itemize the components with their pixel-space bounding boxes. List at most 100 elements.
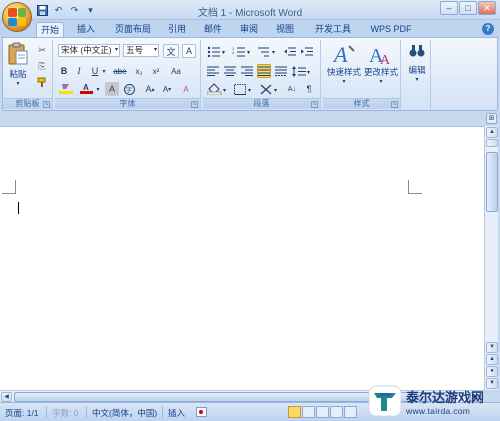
print-layout-view-icon[interactable] <box>288 406 301 418</box>
scroll-up-icon[interactable]: ▲ <box>486 127 498 138</box>
paste-dropdown-icon: ▾ <box>16 81 20 87</box>
help-icon[interactable]: ? <box>482 23 494 35</box>
superscript-button[interactable]: x² <box>149 64 163 78</box>
justify-icon[interactable] <box>257 64 271 78</box>
macro-record-icon[interactable] <box>196 407 207 417</box>
svg-text:▾: ▾ <box>223 88 226 94</box>
font-group-label: 字体 <box>55 98 200 109</box>
page-count[interactable]: 页面: 1/1 <box>5 407 39 419</box>
browse-object-icon[interactable]: ● <box>486 366 498 377</box>
paragraph-group: ▾ 1 2 ▾ ▾ ▾ ▾ ▾ ▾ A↓ ¶ 段落 ↘ <box>203 40 321 110</box>
draft-view-icon[interactable] <box>344 406 357 418</box>
tab-wps-pdf[interactable]: WPS PDF <box>366 22 416 37</box>
underline-button[interactable]: U <box>89 64 101 78</box>
align-left-icon[interactable] <box>206 64 220 78</box>
bold-button[interactable]: B <box>58 64 70 78</box>
bullets-icon[interactable]: ▾ <box>206 44 228 58</box>
office-logo-icon <box>8 8 26 26</box>
quick-styles-button[interactable]: A 快速样式 ▾ <box>325 42 363 94</box>
view-ruler-icon[interactable]: ⊞ <box>486 113 497 124</box>
cut-icon[interactable]: ✂ <box>35 43 49 57</box>
font-color-button[interactable]: A <box>79 82 95 96</box>
font-name-value: 宋体 (中文正) <box>61 45 112 55</box>
full-screen-view-icon[interactable] <box>302 406 315 418</box>
show-marks-button[interactable]: ¶ <box>302 82 316 96</box>
vertical-scrollbar[interactable]: ▲ ▼ ▲ ● ▼ <box>484 126 498 390</box>
font-size-combo[interactable]: 五号 ▾ <box>123 44 159 57</box>
paste-button[interactable]: 粘贴 ▾ <box>5 42 31 92</box>
watermark-url: www.tairda.com <box>406 405 471 416</box>
font-size-value: 五号 <box>126 45 144 55</box>
scroll-left-icon[interactable]: ◀ <box>1 392 12 402</box>
site-watermark: 泰尔达游戏网 www.tairda.com <box>368 383 500 419</box>
underline-dropdown-icon[interactable]: ▾ <box>101 64 107 78</box>
numbering-icon[interactable]: 1 2 ▾ <box>231 44 253 58</box>
tab-page-layout[interactable]: 页面布局 <box>110 22 156 37</box>
align-center-icon[interactable] <box>223 64 237 78</box>
macro-record-dot <box>199 410 203 414</box>
strikethrough-button[interactable]: abe <box>111 64 129 78</box>
editing-group: 编辑 ▾ <box>403 40 431 110</box>
word-count[interactable]: 字数: 0 <box>52 407 78 419</box>
shading-icon[interactable]: ▾ <box>206 82 230 96</box>
web-layout-view-icon[interactable] <box>316 406 329 418</box>
grow-font-button[interactable]: A ▴ <box>143 82 157 96</box>
highlight-button[interactable] <box>58 82 76 96</box>
italic-button[interactable]: I <box>73 64 85 78</box>
change-styles-dropdown-icon: ▾ <box>379 79 383 85</box>
tab-developer[interactable]: 开发工具 <box>310 22 356 37</box>
minimize-button[interactable]: – <box>440 1 458 15</box>
tab-view[interactable]: 视图 <box>272 22 298 37</box>
quick-styles-icon: A <box>332 42 355 66</box>
change-case-button[interactable]: Aa <box>168 64 184 78</box>
font-name-combo[interactable]: 宋体 (中文正) ▾ <box>58 44 120 57</box>
vertical-scroll-thumb[interactable] <box>486 152 498 212</box>
outline-view-icon[interactable] <box>330 406 343 418</box>
tab-review[interactable]: 审阅 <box>236 22 262 37</box>
borders-icon[interactable]: ▾ <box>233 82 255 96</box>
tab-mailings[interactable]: 邮件 <box>200 22 226 37</box>
styles-group: A 快速样式 ▾ A A 更改样式 ▾ 样式 ↘ <box>323 40 401 110</box>
language-indicator[interactable]: 中文(简体，中国) <box>92 407 157 419</box>
clear-formatting-button[interactable]: A <box>179 82 193 96</box>
subscript-button[interactable]: x₂ <box>132 64 146 78</box>
shrink-font-button[interactable]: A ▾ <box>160 82 174 96</box>
status-divider <box>162 406 163 418</box>
char-shading-button[interactable]: A <box>105 82 119 96</box>
clipboard-launcher-icon[interactable]: ↘ <box>43 101 50 108</box>
previous-page-icon[interactable]: ▲ <box>486 354 498 365</box>
close-button[interactable]: ✕ <box>478 1 496 15</box>
quick-styles-dropdown-icon: ▾ <box>342 79 346 85</box>
phonetic-guide-button[interactable]: 文 <box>163 44 179 58</box>
font-name-dropdown-icon: ▾ <box>114 47 118 53</box>
tairda-logo-icon <box>368 385 402 417</box>
change-styles-button[interactable]: A A 更改样式 ▾ <box>363 42 399 94</box>
line-spacing-icon[interactable]: ▾ <box>291 64 313 78</box>
sort-button[interactable]: A↓ <box>285 82 299 96</box>
insert-mode[interactable]: 插入 <box>168 407 185 419</box>
char-border-button[interactable]: A <box>182 44 196 58</box>
font-launcher-icon[interactable]: ↘ <box>191 101 198 108</box>
paragraph-launcher-icon[interactable]: ↘ <box>311 101 318 108</box>
multilevel-list-icon[interactable]: ▾ <box>256 44 278 58</box>
tab-home[interactable]: 开始 <box>36 22 64 37</box>
asian-layout-icon[interactable]: ▾ <box>259 82 281 96</box>
document-page[interactable] <box>0 126 484 390</box>
clipboard-group: 粘贴 ▾ ✂ ⎘ 剪贴板 ↘ <box>3 40 53 110</box>
maximize-button[interactable]: □ <box>459 1 477 15</box>
tab-references[interactable]: 引用 <box>164 22 190 37</box>
decrease-indent-icon[interactable] <box>283 44 297 58</box>
split-handle-icon[interactable] <box>486 139 498 147</box>
office-button[interactable] <box>2 2 32 32</box>
font-color-dropdown-icon[interactable]: ▾ <box>95 82 101 96</box>
align-right-icon[interactable] <box>240 64 254 78</box>
enclose-char-button[interactable]: 字 <box>122 82 136 96</box>
scroll-down-icon[interactable]: ▼ <box>486 342 498 353</box>
copy-icon[interactable]: ⎘ <box>35 59 49 73</box>
styles-launcher-icon[interactable]: ↘ <box>391 101 398 108</box>
editing-button[interactable]: 编辑 ▾ <box>404 44 430 94</box>
tab-insert[interactable]: 插入 <box>72 22 100 37</box>
format-painter-icon[interactable] <box>35 75 49 89</box>
increase-indent-icon[interactable] <box>300 44 314 58</box>
distributed-align-icon[interactable] <box>274 64 288 78</box>
